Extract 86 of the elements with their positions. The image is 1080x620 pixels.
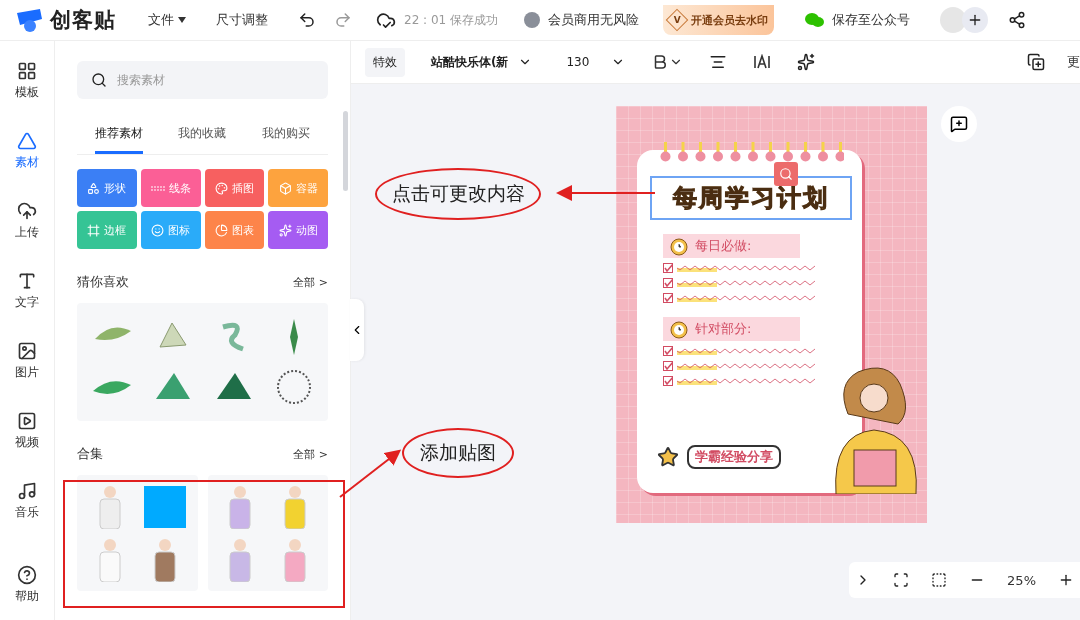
triangle-icon[interactable] [17,131,37,151]
image-icon[interactable] [17,341,37,361]
cloud-check-icon[interactable] [376,10,396,30]
grid-icon[interactable] [17,61,37,81]
collection-card[interactable] [77,475,198,591]
palette-icon [214,181,228,195]
section-title: 猜你喜欢 [77,273,129,291]
figure-drawing [229,484,252,529]
save-status: 22 : 01 保存成功 [404,11,499,29]
figure-drawing [98,484,121,529]
tab[interactable]: 我的收藏 [178,125,227,154]
menu-button[interactable]: 尺寸调整 [216,11,268,29]
add-button[interactable] [962,7,989,33]
rail-item[interactable]: 素材 [15,131,39,171]
poster-card[interactable]: 每周学习计划 每日必做: 针对部分: 学霸经验分享 [637,150,862,493]
callout-label: 点击可更改内容 [375,168,541,220]
upload-icon[interactable] [17,201,37,221]
logo-text: 创客贴 [50,7,116,34]
redo-icon[interactable] [334,11,352,29]
scrollbar[interactable] [343,111,348,191]
share-icon[interactable] [1008,11,1027,29]
category-button[interactable]: 形状 [77,169,137,207]
collapse-handle[interactable] [350,299,364,361]
search-field[interactable]: 搜索素材 [77,61,328,99]
zoom-in-icon[interactable] [1058,572,1074,588]
wechat-icon [804,12,825,28]
figure-drawing [229,537,252,582]
figure-drawing [153,537,176,582]
copyright-icon [524,12,541,28]
figure-drawing [98,537,121,582]
zoom-value: 25% [1007,572,1036,588]
callout-label: 添加贴图 [402,428,514,478]
member-note: 会员商用无风险 [548,11,640,29]
font-size-dropdown[interactable]: 130 [558,49,634,75]
selection-frame[interactable]: 每周学习计划 [650,176,852,220]
figure-drawing [284,537,307,582]
help-icon[interactable] [17,565,37,585]
sparkle-icon[interactable] [797,53,816,71]
effects-button[interactable]: 特效 [365,47,405,77]
poster-title[interactable]: 每周学习计划 [673,182,829,214]
center-guide-icon[interactable] [931,572,948,588]
magnifier-icon[interactable] [774,162,798,186]
line-icon [150,185,165,191]
tab[interactable]: 我的购买 [262,125,311,154]
vip-button[interactable]: V 开通会员去水印 [663,5,775,35]
cube-icon [278,181,292,195]
rail-item[interactable]: 模板 [15,61,39,101]
copy-add-icon[interactable] [1027,53,1045,71]
caret-icon [178,17,186,23]
figure-drawing [284,484,307,529]
fit-screen-icon[interactable] [893,572,910,588]
add-comment-icon[interactable] [950,115,968,133]
smile-icon [151,223,165,237]
rail-item[interactable]: 图片 [15,341,39,381]
category-button[interactable]: 动图 [268,211,328,249]
rail-item[interactable]: 文字 [15,271,39,311]
frame-icon [87,223,101,237]
sparkle-star-icon [657,446,679,468]
sparkle-icon [278,223,292,237]
pie-chart-icon [214,223,228,237]
thumbnail-block [143,485,186,528]
text-spacing-icon[interactable] [753,54,772,70]
badge-label[interactable]: 学霸经验分享 [687,445,781,469]
alarm-clock-icon [669,319,689,339]
font-dropdown[interactable]: 站酷快乐体(新 [423,47,541,77]
rail-item[interactable]: 帮助 [15,565,39,605]
alarm-clock-icon [669,236,689,256]
rail-item[interactable]: 音乐 [15,481,39,521]
add-comment-button[interactable] [941,106,977,142]
rail-item[interactable]: 上传 [15,201,39,241]
undo-icon[interactable] [298,11,316,29]
shapes-icon [87,181,101,195]
see-all-link[interactable]: 全部 > [293,274,328,290]
align-center-icon[interactable] [709,53,728,71]
more-label[interactable]: 更 [1067,53,1080,71]
rail-item[interactable]: 视频 [15,411,39,451]
music-icon[interactable] [17,481,37,501]
play-icon[interactable] [17,411,37,431]
logo-icon [14,7,44,33]
save-to-account-button[interactable]: 保存至公众号 [832,11,911,29]
tab[interactable]: 推荐素材 [94,125,143,154]
section-title: 合集 [77,445,103,463]
text-icon[interactable] [17,271,37,291]
menu-button[interactable]: 文件 [148,11,186,29]
search-icon [91,72,107,88]
see-all-link[interactable]: 全部 > [293,446,328,462]
